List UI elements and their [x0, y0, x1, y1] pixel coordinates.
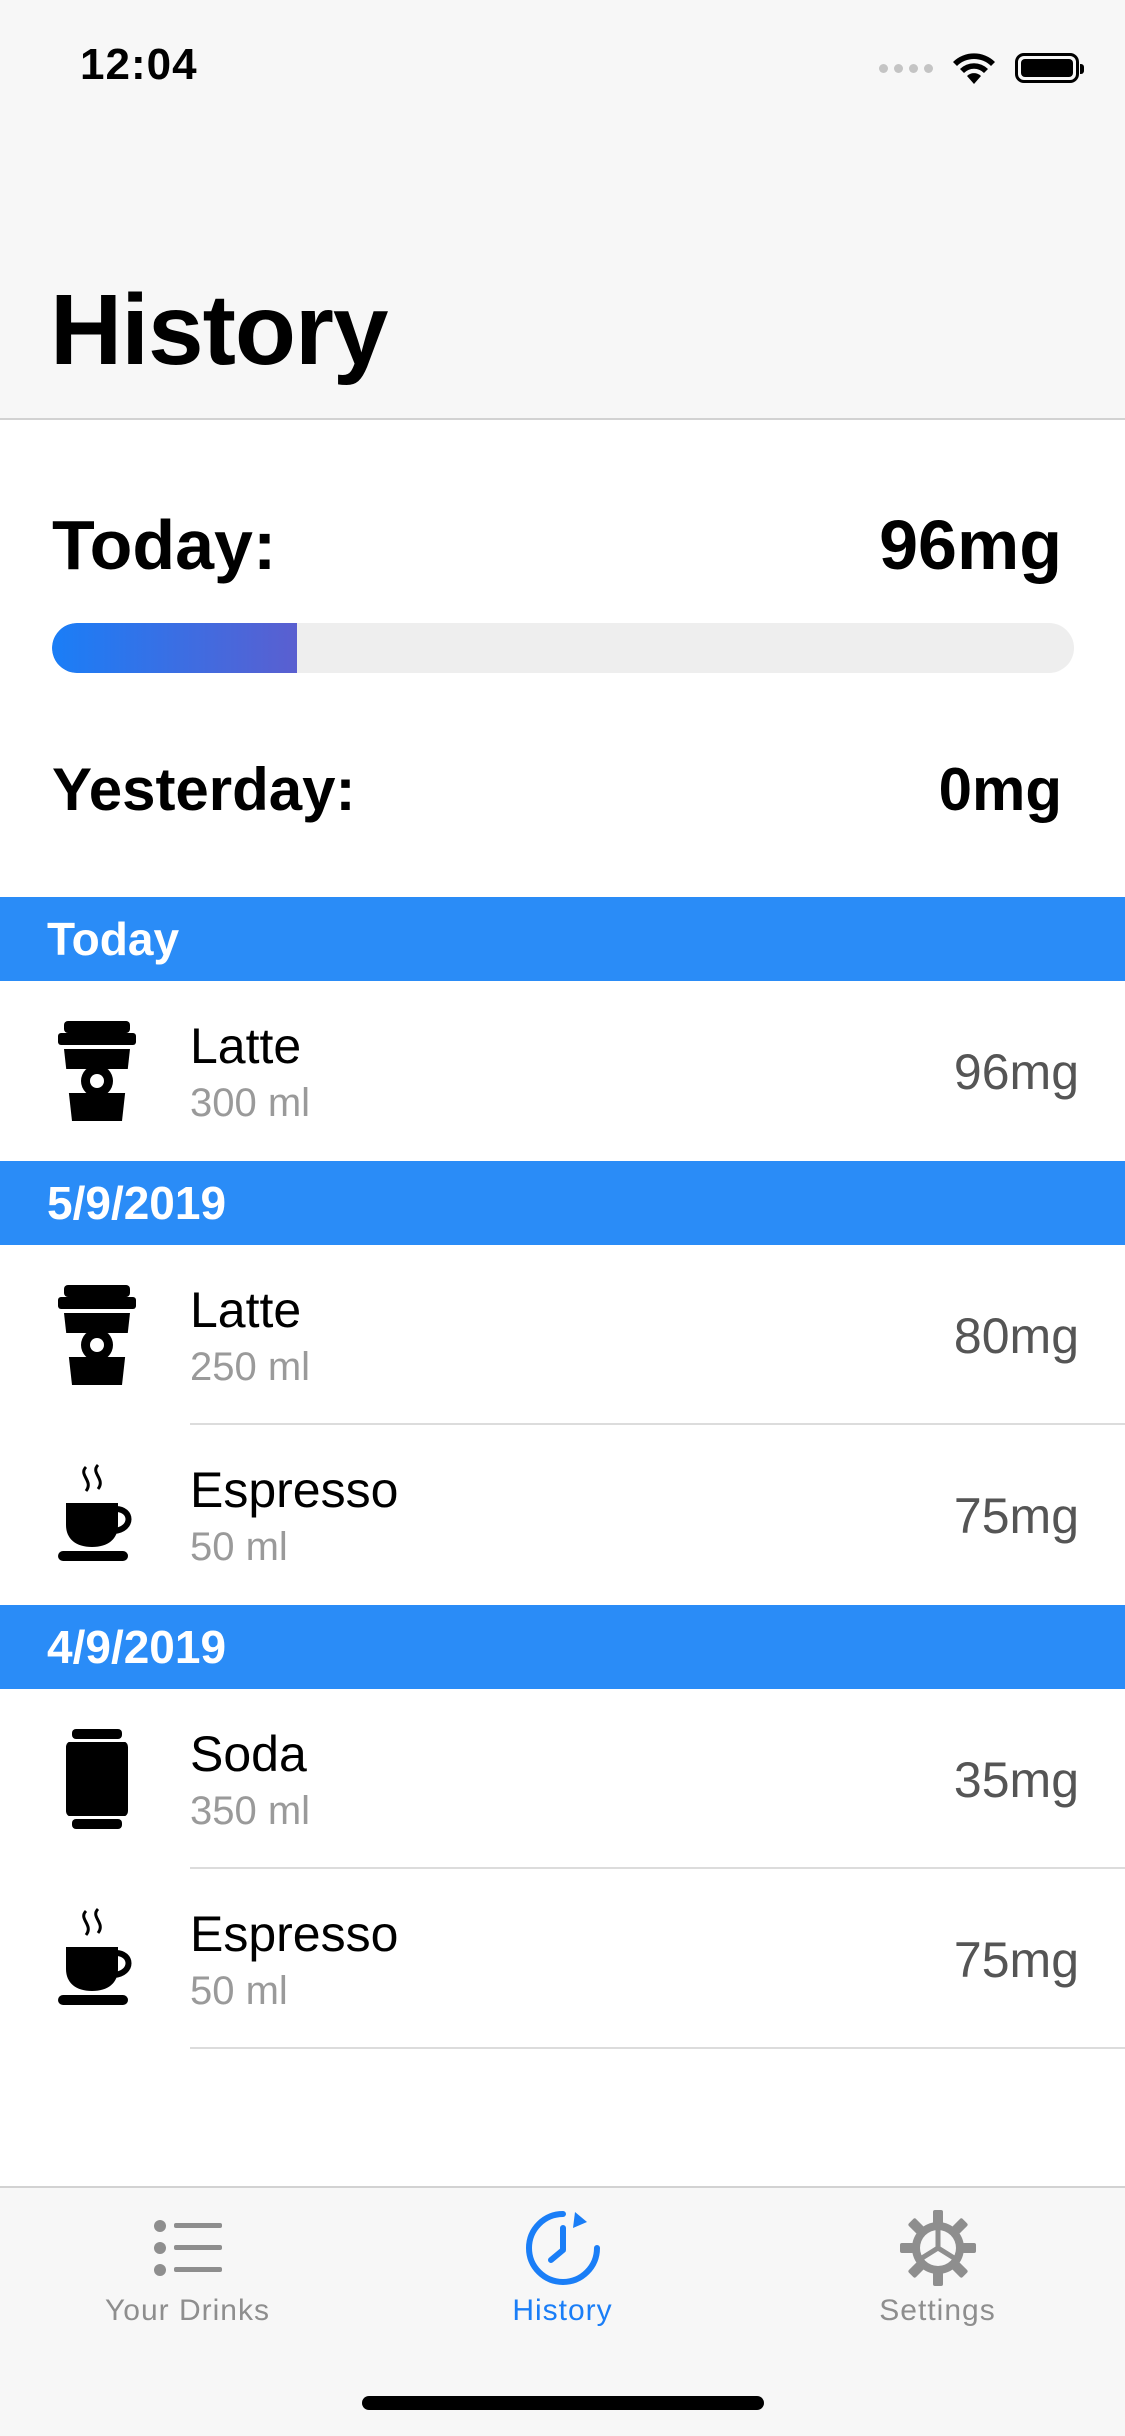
section-header: Today: [0, 897, 1125, 981]
drink-name: Latte: [190, 1018, 302, 1074]
drink-caffeine: 75mg: [953, 1932, 1079, 1988]
latte-cup-icon: [52, 1283, 142, 1387]
drink-name: Espresso: [190, 1462, 399, 1518]
latte-cup-icon: [52, 1019, 142, 1123]
drink-name: Espresso: [190, 1906, 399, 1962]
drink-row[interactable]: Soda 350 ml 35mg: [0, 1689, 1125, 1869]
espresso-cup-icon: [52, 1907, 142, 2011]
drink-row[interactable]: Latte 300 ml 96mg: [0, 981, 1125, 1161]
tab-settings[interactable]: Settings: [750, 2208, 1125, 2328]
drink-row[interactable]: Espresso 50 ml 75mg: [0, 1869, 1125, 2049]
yesterday-total: 0mg: [938, 756, 1062, 823]
drink-caffeine: 96mg: [953, 1044, 1079, 1100]
soda-can-icon: [52, 1727, 142, 1831]
drink-row[interactable]: Espresso 50 ml 75mg: [0, 1425, 1125, 1605]
today-total: 96mg: [879, 506, 1062, 584]
status-icons: [879, 50, 1084, 86]
yesterday-summary: Yesterday: 0mg: [52, 755, 1062, 824]
wifi-icon: [953, 53, 995, 84]
tab-label: Settings: [879, 2294, 996, 2327]
tab-label: Your Drinks: [105, 2294, 270, 2327]
gear-icon: [899, 2210, 976, 2286]
drink-caffeine: 75mg: [953, 1488, 1079, 1544]
list-icon: [153, 2220, 222, 2276]
drink-name: Soda: [190, 1726, 307, 1782]
section-header: 4/9/2019: [0, 1605, 1125, 1689]
drink-volume: 350 ml: [190, 1789, 311, 1833]
history-list[interactable]: Today Latte 300 ml 96mg 5/9/2019 Latte 2…: [0, 897, 1125, 2049]
tab-label: History: [512, 2294, 613, 2327]
today-label: Today:: [52, 506, 277, 584]
drink-row[interactable]: Latte 250 ml 80mg: [0, 1245, 1125, 1425]
drink-volume: 50 ml: [190, 1525, 288, 1569]
espresso-cup-icon: [52, 1463, 142, 1567]
drink-volume: 250 ml: [190, 1345, 311, 1389]
page-title: History: [50, 274, 389, 386]
yesterday-label: Yesterday:: [52, 756, 356, 823]
home-indicator[interactable]: [362, 2396, 764, 2410]
drink-volume: 300 ml: [190, 1081, 311, 1125]
section-header: 5/9/2019: [0, 1161, 1125, 1245]
drink-caffeine: 80mg: [953, 1308, 1079, 1364]
drink-volume: 50 ml: [190, 1969, 288, 2013]
tab-your-drinks[interactable]: Your Drinks: [0, 2208, 375, 2328]
drink-caffeine: 35mg: [953, 1752, 1079, 1808]
navigation-header: 12:04 History: [0, 0, 1125, 420]
clock-icon: [525, 2211, 600, 2285]
today-summary: Today: 96mg: [52, 505, 1062, 585]
battery-icon: [1015, 53, 1084, 83]
today-progress-bar: [52, 623, 1074, 673]
drink-name: Latte: [190, 1282, 302, 1338]
today-progress-fill: [52, 623, 298, 673]
status-time: 12:04: [80, 40, 198, 89]
cellular-signal-icon: [879, 63, 933, 73]
tab-history[interactable]: History: [375, 2208, 750, 2328]
